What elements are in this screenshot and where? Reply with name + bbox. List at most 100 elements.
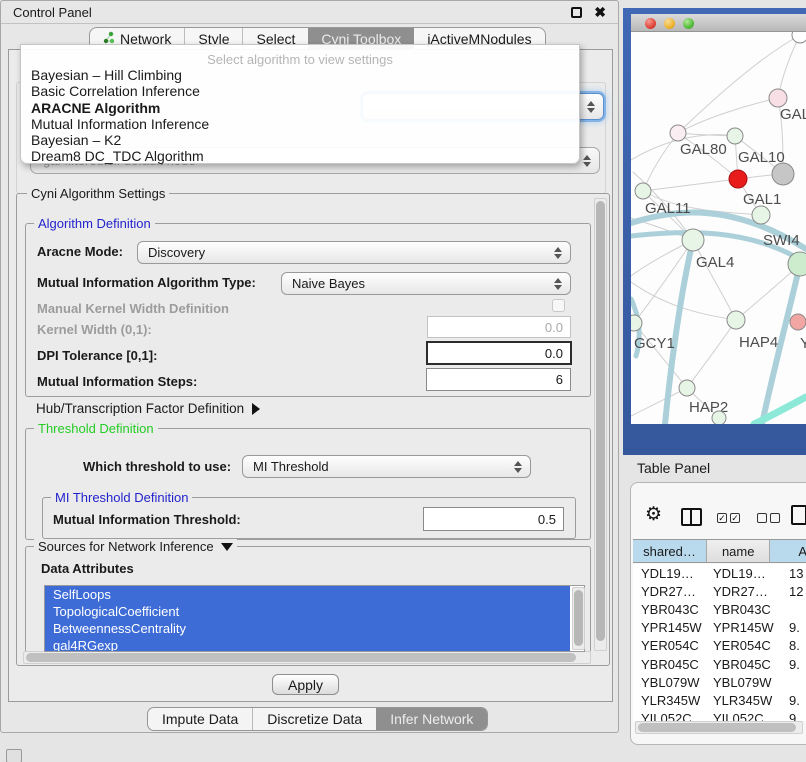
settings-vertical-scrollbar[interactable] bbox=[594, 198, 607, 651]
network-node[interactable] bbox=[752, 206, 770, 224]
table-row[interactable]: YPR145WYPR145W9. bbox=[633, 619, 806, 637]
collapse-down-icon[interactable] bbox=[221, 543, 233, 551]
dpi-tolerance-field[interactable]: 0.0 bbox=[426, 341, 572, 365]
network-node[interactable] bbox=[679, 380, 695, 396]
network-edge[interactable] bbox=[665, 240, 693, 424]
network-node[interactable] bbox=[712, 411, 726, 424]
network-edge[interactable] bbox=[643, 179, 738, 191]
table-row[interactable]: YDR27…YDR27…12 bbox=[633, 582, 806, 600]
dropdown-item[interactable]: Mutual Information Inference bbox=[31, 116, 569, 132]
column-header-shared-name[interactable]: shared… bbox=[633, 540, 707, 562]
table-cell: YBR043C bbox=[633, 602, 709, 617]
float-panel-icon[interactable] bbox=[571, 7, 582, 18]
network-edge[interactable] bbox=[631, 388, 687, 416]
dropdown-item[interactable]: Bayesian – Hill Climbing bbox=[31, 67, 569, 83]
network-node-label: GAL4 bbox=[696, 254, 734, 271]
network-node[interactable] bbox=[635, 183, 651, 199]
table-cell: YER054C bbox=[709, 638, 774, 653]
tab-infer-network[interactable]: Infer Network bbox=[376, 708, 487, 730]
table-row[interactable]: YBR045CYBR045C9. bbox=[633, 655, 806, 673]
manual-kernel-width-checkbox[interactable] bbox=[552, 299, 565, 312]
network-node[interactable] bbox=[727, 128, 743, 144]
mi-algorithm-type-combo[interactable]: Naive Bayes bbox=[281, 272, 571, 295]
application-root: Control Panel ✖ Network Style Select Cyn… bbox=[0, 0, 806, 762]
dropdown-item[interactable]: Basic Correlation Inference bbox=[31, 83, 569, 99]
zoom-window-icon[interactable] bbox=[683, 18, 694, 29]
attribute-list-item[interactable]: BetweennessCentrality bbox=[45, 620, 570, 637]
attribute-list-item[interactable]: gal4RGexp bbox=[45, 637, 570, 652]
hub-definition-toggle[interactable]: Hub/Transcription Factor Definition bbox=[36, 401, 260, 416]
apply-button[interactable]: Apply bbox=[272, 674, 339, 695]
mi-threshold-definition-title: MI Threshold Definition bbox=[51, 490, 192, 505]
network-window-titlebar[interactable] bbox=[631, 14, 806, 32]
network-node[interactable] bbox=[792, 32, 806, 43]
table-row[interactable]: YDL19…YDL19…13 bbox=[633, 564, 806, 582]
close-panel-icon[interactable]: ✖ bbox=[594, 4, 606, 21]
mi-threshold-definition-group: MI Threshold Definition Mutual Informati… bbox=[42, 497, 576, 539]
network-edge[interactable] bbox=[634, 323, 687, 388]
show-columns-icon[interactable] bbox=[681, 508, 702, 526]
network-canvas[interactable]: GALGAL80GAL10GAL11GAL1SWI4GAL4GCY1HAP4YH… bbox=[631, 32, 806, 424]
which-threshold-label: Which threshold to use: bbox=[83, 459, 231, 474]
scrollbar-thumb[interactable] bbox=[574, 590, 583, 646]
network-node[interactable] bbox=[631, 315, 642, 331]
network-node[interactable] bbox=[682, 229, 704, 251]
scrollbar-thumb[interactable] bbox=[638, 723, 796, 732]
dropdown-item[interactable]: ARACNE Algorithm bbox=[31, 100, 569, 116]
column-header-clipped[interactable]: A bbox=[770, 540, 806, 562]
tab-discretize-data[interactable]: Discretize Data bbox=[252, 708, 376, 730]
new-table-icon[interactable] bbox=[791, 505, 806, 525]
dropdown-item[interactable]: Dream8 DC_TDC Algorithm bbox=[31, 148, 569, 164]
network-node[interactable] bbox=[790, 314, 806, 330]
network-node[interactable] bbox=[727, 311, 745, 329]
table-cell: YBR045C bbox=[709, 657, 774, 672]
deselect-all-checkbox-icon[interactable] bbox=[770, 513, 780, 523]
dpi-tolerance-label: DPI Tolerance [0,1]: bbox=[37, 348, 157, 363]
minimize-window-icon[interactable] bbox=[664, 18, 675, 29]
network-node[interactable] bbox=[769, 89, 787, 107]
column-header-name[interactable]: name bbox=[707, 540, 770, 562]
deselect-all-checkbox-icon[interactable] bbox=[757, 513, 767, 523]
dock-panel-icon[interactable] bbox=[6, 749, 22, 762]
select-all-checkbox-icon[interactable]: ✓ bbox=[717, 513, 727, 523]
combo-spinner-icon bbox=[583, 155, 590, 167]
mi-algorithm-type-label: Mutual Information Algorithm Type: bbox=[37, 275, 256, 290]
hub-definition-label: Hub/Transcription Factor Definition bbox=[36, 401, 244, 416]
kernel-width-field[interactable]: 0.0 bbox=[427, 316, 571, 338]
dropdown-item[interactable]: Bayesian – K2 bbox=[31, 132, 569, 148]
network-edge[interactable] bbox=[754, 397, 806, 424]
table-row[interactable]: YBR043CYBR043C bbox=[633, 600, 806, 618]
network-node[interactable] bbox=[772, 163, 794, 185]
network-node[interactable] bbox=[729, 170, 747, 188]
which-threshold-combo[interactable]: MI Threshold bbox=[242, 455, 531, 478]
combo-spinner-icon bbox=[587, 101, 594, 113]
algorithm-dropdown-popup: Select algorithm to view settings Bayesi… bbox=[20, 44, 580, 164]
close-window-icon[interactable] bbox=[645, 18, 656, 29]
aracne-mode-combo[interactable]: Discovery bbox=[137, 241, 571, 264]
network-node[interactable] bbox=[670, 125, 686, 141]
table-row[interactable]: YBL079WYBL079W bbox=[633, 673, 806, 691]
table-row[interactable]: YIL052CYIL052C9 bbox=[633, 710, 806, 722]
attribute-list-item[interactable]: SelfLoops bbox=[45, 586, 570, 603]
mi-steps-field[interactable]: 6 bbox=[426, 368, 571, 391]
scrollbar-thumb[interactable] bbox=[596, 201, 605, 641]
network-edge[interactable] bbox=[678, 98, 778, 133]
table-horizontal-scrollbar[interactable] bbox=[635, 721, 803, 734]
attributes-list-scrollbar[interactable] bbox=[572, 587, 585, 650]
tab-impute-data[interactable]: Impute Data bbox=[148, 708, 252, 730]
attribute-list-item[interactable]: TopologicalCoefficient bbox=[45, 603, 570, 620]
scrollbar-thumb[interactable] bbox=[26, 653, 576, 662]
network-edge[interactable] bbox=[693, 240, 736, 320]
network-edge[interactable] bbox=[778, 35, 800, 98]
table-row[interactable]: YLR345WYLR345W9. bbox=[633, 691, 806, 709]
mi-threshold-field[interactable]: 0.5 bbox=[423, 507, 564, 531]
table-row[interactable]: YER054CYER054C8. bbox=[633, 637, 806, 655]
network-edge[interactable] bbox=[687, 320, 736, 388]
table-cell: YIL052C bbox=[633, 711, 709, 721]
algorithm-definition-title: Algorithm Definition bbox=[34, 216, 155, 231]
table-cell: YPR145W bbox=[633, 620, 709, 635]
threshold-definition-group: Threshold Definition Which threshold to … bbox=[25, 428, 591, 540]
select-all-checkbox-icon[interactable]: ✓ bbox=[730, 513, 740, 523]
settings-horizontal-scrollbar[interactable] bbox=[23, 651, 591, 664]
table-settings-gear-icon[interactable]: ⚙ bbox=[645, 503, 662, 526]
